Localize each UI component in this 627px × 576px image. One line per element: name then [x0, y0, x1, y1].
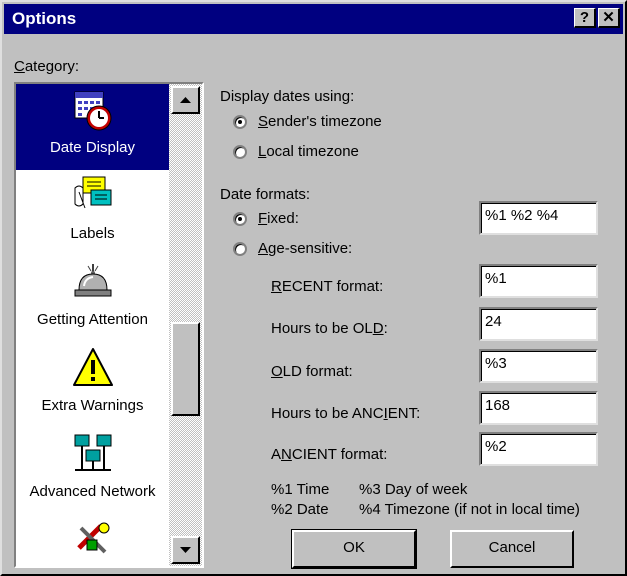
legend-time: %1 Time: [271, 481, 330, 498]
legend-day-of-week: %3 Day of week: [359, 481, 468, 498]
calendar-clock-icon: [71, 88, 115, 132]
help-button[interactable]: ?: [574, 8, 596, 28]
hours-ancient-input[interactable]: 168: [479, 391, 598, 425]
recent-format-input[interactable]: %1: [479, 264, 598, 298]
scroll-thumb[interactable]: [171, 322, 200, 416]
window-title: Options: [12, 9, 77, 28]
close-button[interactable]: ✕: [598, 8, 620, 28]
category-item-label: Labels: [70, 225, 115, 242]
fixed-text: ixed:: [267, 210, 299, 227]
warning-icon: [71, 346, 115, 390]
category-item-advanced-network[interactable]: Advanced Network: [16, 428, 169, 514]
category-item-tools[interactable]: [16, 514, 169, 566]
radio-selected-dot: [238, 120, 242, 124]
category-item-label: Date Display: [49, 139, 136, 156]
scroll-down-button[interactable]: [171, 536, 200, 564]
ancient-mnemonic: N: [281, 446, 292, 463]
recent-mnemonic: R: [271, 278, 282, 295]
legend-date: %2 Date: [271, 501, 329, 518]
network-computers-icon: [71, 432, 115, 476]
options-dialog: Options ? ✕ Category: Date Display Label…: [0, 0, 627, 576]
service-bell-icon: [71, 260, 115, 304]
display-dates-heading: Display dates using:: [220, 88, 355, 105]
radio-selected-dot: [238, 217, 242, 221]
category-list-items: Date Display Labels Getting Attention Ex…: [16, 84, 169, 566]
age-sensitive-label[interactable]: Age-sensitive:: [258, 240, 352, 257]
category-item-label: Getting Attention: [37, 311, 148, 328]
hours-old-mnemonic: D: [372, 320, 384, 337]
category-item-getting-attention[interactable]: Getting Attention: [16, 256, 169, 342]
category-item-date-display[interactable]: Date Display: [16, 84, 169, 170]
category-list[interactable]: Date Display Labels Getting Attention Ex…: [14, 82, 204, 568]
date-formats-heading: Date formats:: [220, 186, 311, 203]
arrow-up-icon: [180, 97, 191, 103]
age-mnemonic: A: [258, 240, 269, 257]
fixed-format-label[interactable]: Fixed:: [258, 210, 299, 227]
title-bar[interactable]: Options ? ✕: [4, 4, 623, 34]
old-text: LD format:: [282, 363, 353, 380]
fixed-format-radio[interactable]: [233, 212, 247, 226]
fixed-format-input[interactable]: %1 %2 %4: [479, 201, 598, 235]
hours-old-label: Hours to be OLD:: [271, 320, 388, 337]
local-timezone-label[interactable]: Local timezone: [258, 143, 359, 160]
cancel-button[interactable]: Cancel: [450, 530, 574, 568]
ancient-text-start: A: [271, 446, 282, 463]
age-text: ge-sensitive:: [268, 240, 353, 257]
fixed-mnemonic: F: [258, 210, 268, 227]
sender-timezone-label[interactable]: Sender's timezone: [258, 113, 382, 130]
recent-format-label: RECENT format:: [271, 278, 383, 295]
category-label-mnemonic: C: [14, 58, 25, 75]
category-scrollbar[interactable]: [169, 84, 202, 566]
labels-cards-icon: [71, 174, 115, 218]
hours-old-input[interactable]: 24: [479, 307, 598, 341]
age-sensitive-radio[interactable]: [233, 242, 247, 256]
category-item-label: Extra Warnings: [41, 397, 144, 414]
ancient-text-end: CIENT format:: [291, 446, 388, 463]
hours-ancient-suffix: ENT:: [387, 405, 421, 422]
old-mnemonic: O: [271, 363, 283, 380]
category-label-text: ategory:: [24, 58, 80, 75]
tools-icon: [71, 518, 115, 562]
hours-ancient-label: Hours to be ANCIENT:: [271, 405, 420, 422]
category-label: Category:: [14, 58, 79, 75]
local-text: ocal timezone: [266, 143, 359, 160]
arrow-down-icon: [180, 547, 191, 553]
sender-timezone-radio[interactable]: [233, 115, 247, 129]
hours-old-text: Hours to be OL: [271, 320, 373, 337]
category-item-labels[interactable]: Labels: [16, 170, 169, 256]
hours-ancient-text: Hours to be ANC: [271, 405, 384, 422]
recent-text: ECENT format:: [281, 278, 384, 295]
ancient-format-input[interactable]: %2: [479, 432, 598, 466]
category-item-extra-warnings[interactable]: Extra Warnings: [16, 342, 169, 428]
ok-button[interactable]: OK: [291, 529, 417, 569]
hours-old-colon: :: [383, 320, 388, 337]
category-item-label: Advanced Network: [29, 483, 156, 500]
sender-text: ender's timezone: [268, 113, 382, 130]
ancient-format-label: ANCIENT format:: [271, 446, 387, 463]
local-timezone-radio[interactable]: [233, 145, 247, 159]
sender-mnemonic: S: [258, 113, 269, 130]
scroll-up-button[interactable]: [171, 86, 200, 114]
old-format-input[interactable]: %3: [479, 349, 598, 383]
old-format-label: OLD format:: [271, 363, 353, 380]
legend-timezone: %4 Timezone (if not in local time): [359, 501, 580, 518]
